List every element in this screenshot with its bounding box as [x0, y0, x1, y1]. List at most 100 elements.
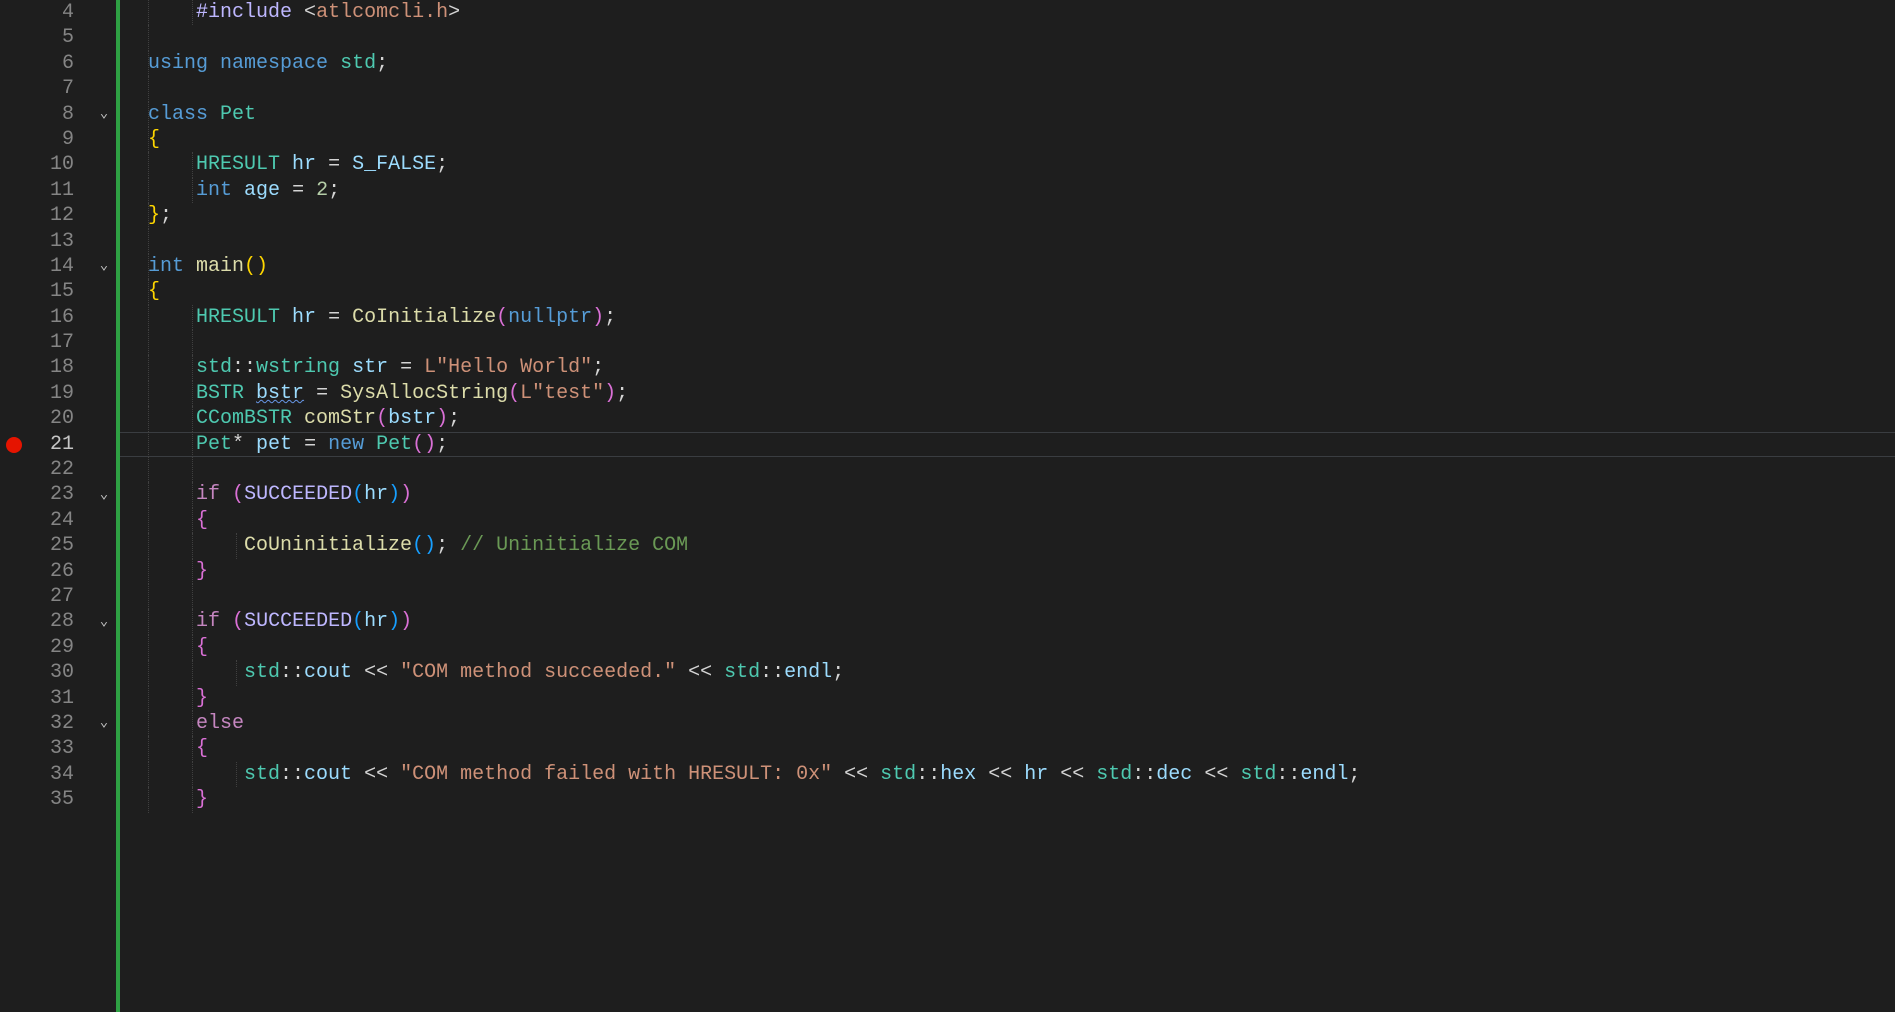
- code-token: ): [604, 382, 616, 405]
- line-number: 35: [28, 787, 74, 812]
- code-line[interactable]: if (SUCCEEDED(hr)): [120, 609, 1895, 634]
- code-token: HRESULT: [196, 153, 280, 176]
- code-line[interactable]: [120, 330, 1895, 355]
- code-line[interactable]: {: [120, 279, 1895, 304]
- code-line[interactable]: CComBSTR comStr(bstr);: [120, 406, 1895, 431]
- code-line[interactable]: [120, 457, 1895, 482]
- code-token: ::: [1276, 763, 1300, 786]
- code-line[interactable]: {: [120, 127, 1895, 152]
- code-token: {: [148, 128, 160, 151]
- code-line[interactable]: using namespace std;: [120, 51, 1895, 76]
- code-line[interactable]: else: [120, 711, 1895, 736]
- code-token: <<: [1192, 763, 1240, 786]
- code-line[interactable]: std::wstring str = L"Hello World";: [120, 355, 1895, 380]
- line-number: 28: [28, 609, 74, 634]
- code-editor[interactable]: 4567891011121314151617181920212223242526…: [0, 0, 1895, 1012]
- code-token: ;: [436, 534, 460, 557]
- code-token: comStr: [304, 407, 376, 430]
- code-token: (: [232, 610, 244, 633]
- code-token: hr: [364, 483, 388, 506]
- code-line[interactable]: [120, 76, 1895, 101]
- code-line[interactable]: {: [120, 635, 1895, 660]
- code-token: int: [196, 179, 232, 202]
- code-token: hex: [940, 763, 976, 786]
- code-token: ;: [436, 433, 448, 456]
- code-token: hr: [292, 153, 316, 176]
- code-token: bstr: [388, 407, 436, 430]
- fold-toggle-icon[interactable]: ⌄: [96, 610, 112, 635]
- code-token: dec: [1156, 763, 1192, 786]
- code-token: BSTR: [196, 382, 244, 405]
- code-line[interactable]: CoUninitialize(); // Uninitialize COM: [120, 533, 1895, 558]
- fold-toggle-icon[interactable]: ⌄: [96, 254, 112, 279]
- code-line[interactable]: std::cout << "COM method succeeded." << …: [120, 660, 1895, 685]
- code-line[interactable]: };: [120, 203, 1895, 228]
- code-area[interactable]: #include <atlcomcli.h> using namespace st…: [120, 0, 1895, 1012]
- line-number: 5: [28, 25, 74, 50]
- code-token: class: [148, 103, 208, 126]
- line-number: 17: [28, 330, 74, 355]
- code-token: [328, 52, 340, 75]
- code-token: ::: [1132, 763, 1156, 786]
- breakpoint-icon[interactable]: [6, 437, 22, 453]
- code-line[interactable]: [120, 229, 1895, 254]
- code-token: ;: [592, 356, 604, 379]
- fold-toggle-icon[interactable]: ⌄: [96, 711, 112, 736]
- code-line[interactable]: {: [120, 736, 1895, 761]
- code-token: (: [508, 382, 520, 405]
- code-token: bstr: [256, 382, 304, 405]
- line-number-gutter: 4567891011121314151617181920212223242526…: [28, 0, 92, 1012]
- code-line[interactable]: int age = 2;: [120, 178, 1895, 203]
- line-number: 15: [28, 279, 74, 304]
- line-number: 21: [28, 432, 74, 457]
- fold-toggle-icon[interactable]: ⌄: [96, 102, 112, 127]
- code-line[interactable]: class Pet: [120, 102, 1895, 127]
- code-token: CoInitialize: [352, 306, 496, 329]
- code-token: int: [148, 255, 184, 278]
- code-line[interactable]: HRESULT hr = S_FALSE;: [120, 152, 1895, 177]
- code-line[interactable]: }: [120, 686, 1895, 711]
- code-token: (): [412, 534, 436, 557]
- code-token: wstring: [256, 356, 340, 379]
- code-line[interactable]: BSTR bstr = SysAllocString(L"test");: [120, 381, 1895, 406]
- code-token: [220, 483, 232, 506]
- code-token: Pet: [196, 433, 232, 456]
- line-number: 33: [28, 736, 74, 761]
- code-token: ;: [376, 52, 388, 75]
- code-token: ;: [832, 661, 844, 684]
- line-number: 23: [28, 482, 74, 507]
- line-number: 16: [28, 305, 74, 330]
- glyph-margin[interactable]: [0, 0, 28, 1012]
- code-token: endl: [784, 661, 832, 684]
- code-token: age: [244, 179, 280, 202]
- code-line[interactable]: int main(): [120, 254, 1895, 279]
- code-token: {: [196, 636, 208, 659]
- fold-gutter[interactable]: ⌄ ⌄ ⌄ ⌄ ⌄: [92, 0, 116, 1012]
- code-token: hr: [292, 306, 316, 329]
- code-token: std: [880, 763, 916, 786]
- code-line[interactable]: }: [120, 787, 1895, 812]
- code-line[interactable]: std::cout << "COM method failed with HRE…: [120, 762, 1895, 787]
- line-number: 14: [28, 254, 74, 279]
- code-line[interactable]: HRESULT hr = CoInitialize(nullptr);: [120, 305, 1895, 330]
- code-line[interactable]: }: [120, 559, 1895, 584]
- code-token: (): [244, 255, 268, 278]
- code-line[interactable]: [120, 584, 1895, 609]
- code-token: <<: [352, 763, 400, 786]
- code-line[interactable]: #include <atlcomcli.h>: [120, 0, 1895, 25]
- code-token: CComBSTR: [196, 407, 292, 430]
- code-token: "COM method failed with HRESULT: 0x": [400, 763, 832, 786]
- line-number: 22: [28, 457, 74, 482]
- code-token: (: [352, 610, 364, 633]
- code-line[interactable]: Pet* pet = new Pet();: [120, 432, 1895, 457]
- line-number: 9: [28, 127, 74, 152]
- code-line[interactable]: [120, 25, 1895, 50]
- code-token: <<: [676, 661, 724, 684]
- code-token: }: [196, 560, 208, 583]
- code-line[interactable]: {: [120, 508, 1895, 533]
- line-number: 8: [28, 102, 74, 127]
- code-line[interactable]: if (SUCCEEDED(hr)): [120, 482, 1895, 507]
- fold-toggle-icon[interactable]: ⌄: [96, 483, 112, 508]
- line-number: 25: [28, 533, 74, 558]
- code-token: ): [388, 483, 400, 506]
